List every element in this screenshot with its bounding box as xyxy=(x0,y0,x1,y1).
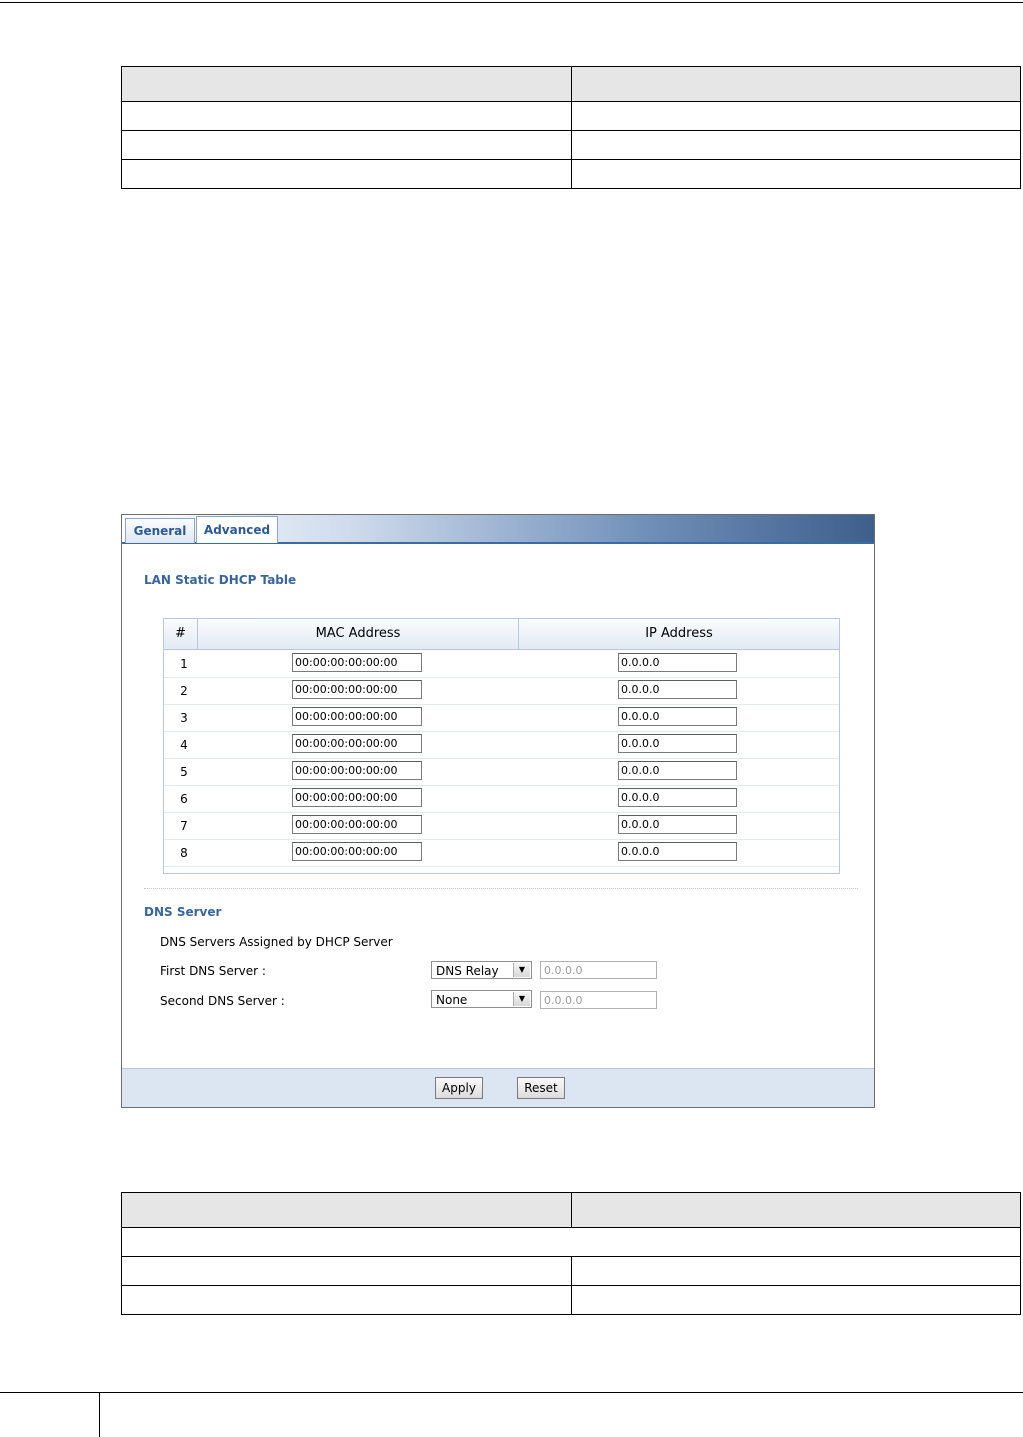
chevron-down-icon: ▼ xyxy=(513,992,530,1006)
reset-button[interactable]: Reset xyxy=(517,1077,565,1099)
first-dns-label: First DNS Server : xyxy=(160,964,266,978)
table-row xyxy=(121,1256,1021,1286)
ip-address-input[interactable]: 0.0.0.0 xyxy=(618,788,737,807)
row-number: 8 xyxy=(180,846,188,860)
ip-address-input[interactable]: 0.0.0.0 xyxy=(618,734,737,753)
table-header-row xyxy=(121,1192,1021,1228)
table-row: 7 00:00:00:00:00:00 0.0.0.0 xyxy=(164,812,839,840)
mac-address-input[interactable]: 00:00:00:00:00:00 xyxy=(292,815,422,834)
table-row: 2 00:00:00:00:00:00 0.0.0.0 xyxy=(164,677,839,705)
table-row: 5 00:00:00:00:00:00 0.0.0.0 xyxy=(164,758,839,786)
lan-static-dhcp-title: LAN Static DHCP Table xyxy=(144,573,297,587)
mac-address-input[interactable]: 00:00:00:00:00:00 xyxy=(292,734,422,753)
mac-address-input[interactable]: 00:00:00:00:00:00 xyxy=(292,707,422,726)
mac-address-input[interactable]: 00:00:00:00:00:00 xyxy=(292,680,422,699)
ip-address-input[interactable]: 0.0.0.0 xyxy=(618,761,737,780)
second-dns-label: Second DNS Server : xyxy=(160,994,285,1008)
header-mac-address: MAC Address xyxy=(198,619,519,649)
dhcp-table-header: # MAC Address IP Address xyxy=(164,619,839,650)
screenshot-frame: General Advanced LAN Static DHCP Table #… xyxy=(121,514,875,1108)
button-bar: Apply Reset xyxy=(122,1068,874,1107)
table-row: 3 00:00:00:00:00:00 0.0.0.0 xyxy=(164,704,839,732)
doc-table-bottom xyxy=(121,1192,1021,1315)
table-row: 1 00:00:00:00:00:00 0.0.0.0 xyxy=(164,650,839,678)
footer-rule xyxy=(100,1392,1023,1393)
page-number-box xyxy=(0,1392,100,1437)
table-row xyxy=(121,1227,1021,1257)
mac-address-input[interactable]: 00:00:00:00:00:00 xyxy=(292,788,422,807)
ip-address-input[interactable]: 0.0.0.0 xyxy=(618,653,737,672)
table-row: 4 00:00:00:00:00:00 0.0.0.0 xyxy=(164,731,839,759)
table-row: 8 00:00:00:00:00:00 0.0.0.0 xyxy=(164,839,839,867)
first-dns-select[interactable]: DNS Relay ▼ xyxy=(431,961,532,979)
first-dns-ip-field: 0.0.0.0 xyxy=(540,961,657,979)
table-row: 6 00:00:00:00:00:00 0.0.0.0 xyxy=(164,785,839,813)
dns-assigned-label: DNS Servers Assigned by DHCP Server xyxy=(160,935,393,949)
row-number: 1 xyxy=(180,657,188,671)
tab-advanced[interactable]: Advanced xyxy=(196,516,278,543)
mac-address-input[interactable]: 00:00:00:00:00:00 xyxy=(292,761,422,780)
row-number: 6 xyxy=(180,792,188,806)
row-number: 4 xyxy=(180,738,188,752)
ip-address-input[interactable]: 0.0.0.0 xyxy=(618,815,737,834)
first-dns-selected: DNS Relay xyxy=(436,964,499,978)
second-dns-ip-field: 0.0.0.0 xyxy=(540,991,657,1009)
table-header-row xyxy=(121,66,1021,102)
second-dns-select[interactable]: None ▼ xyxy=(431,990,532,1008)
chevron-down-icon: ▼ xyxy=(513,963,530,977)
header-rule xyxy=(0,2,1023,3)
ip-address-input[interactable]: 0.0.0.0 xyxy=(618,680,737,699)
apply-button[interactable]: Apply xyxy=(435,1077,483,1099)
ip-address-input[interactable]: 0.0.0.0 xyxy=(618,842,737,861)
ip-address-input[interactable]: 0.0.0.0 xyxy=(618,707,737,726)
header-ip-address: IP Address xyxy=(645,626,713,641)
table-row xyxy=(121,159,1021,189)
row-number: 5 xyxy=(180,765,188,779)
row-number: 2 xyxy=(180,684,188,698)
row-number: 3 xyxy=(180,711,188,725)
mac-address-input[interactable]: 00:00:00:00:00:00 xyxy=(292,653,422,672)
mac-address-input[interactable]: 00:00:00:00:00:00 xyxy=(292,842,422,861)
table-row xyxy=(121,130,1021,160)
tab-general[interactable]: General xyxy=(125,518,195,543)
second-dns-selected: None xyxy=(436,993,468,1007)
dhcp-table: # MAC Address IP Address 1 00:00:00:00:0… xyxy=(163,618,840,874)
dns-server-title: DNS Server xyxy=(144,905,222,919)
doc-table-top xyxy=(121,66,1021,189)
header-number: # xyxy=(164,619,198,649)
row-number: 7 xyxy=(180,819,188,833)
table-row xyxy=(121,1285,1021,1315)
table-row xyxy=(121,101,1021,131)
tab-bar: General Advanced xyxy=(122,515,874,544)
section-divider xyxy=(144,888,858,889)
